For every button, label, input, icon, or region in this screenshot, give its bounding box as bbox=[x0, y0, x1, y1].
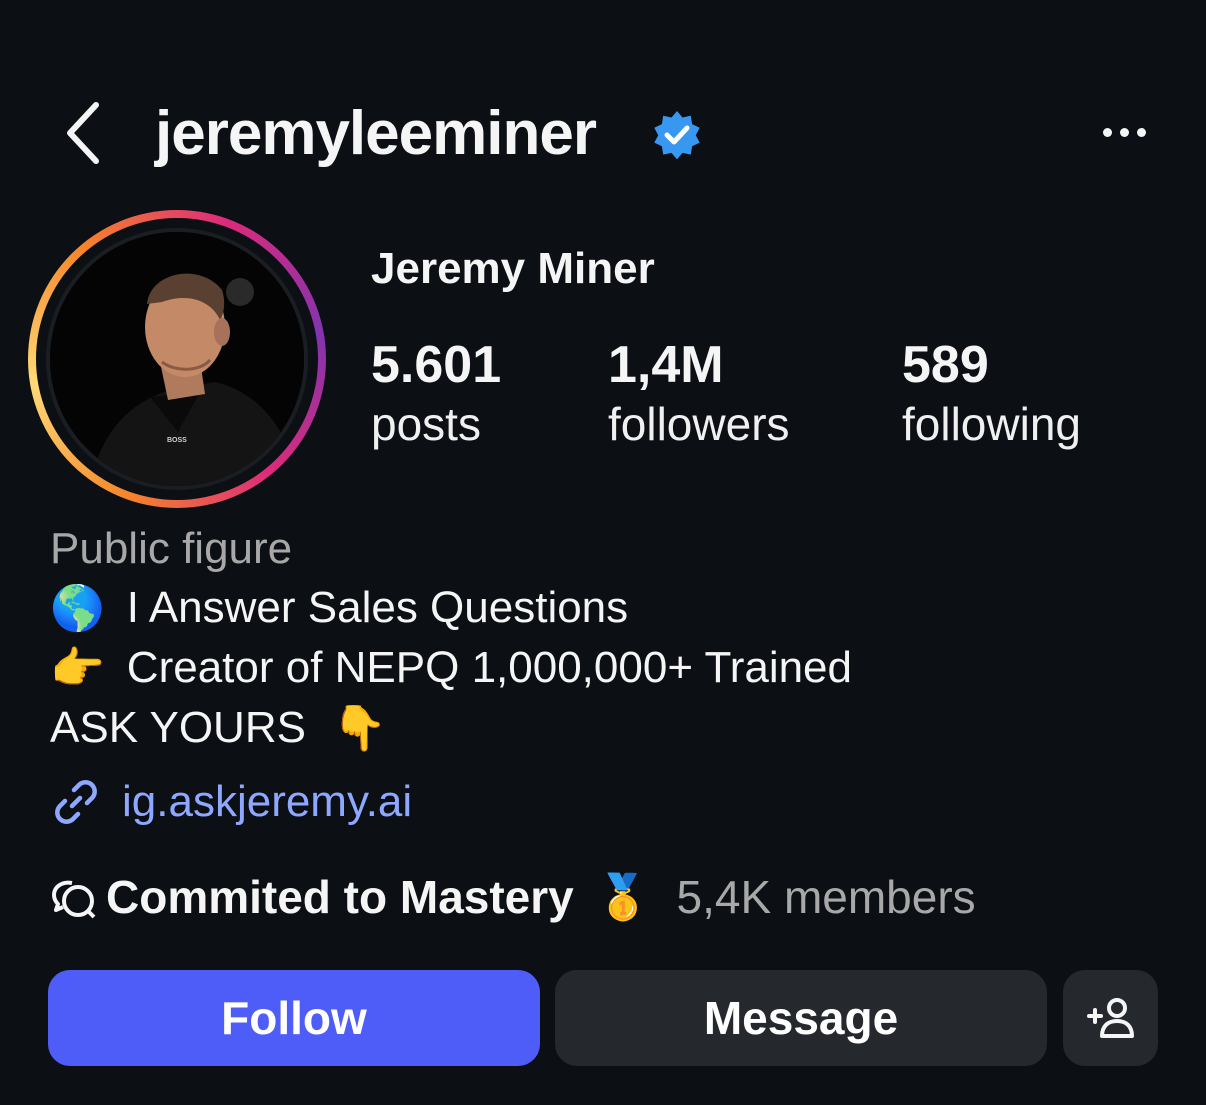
avatar: BOSS bbox=[46, 228, 308, 490]
add-person-icon bbox=[1086, 998, 1134, 1038]
link-text: ig.askjeremy.ai bbox=[122, 777, 413, 826]
profile-avatar-story-ring[interactable]: BOSS bbox=[28, 210, 326, 508]
broadcast-channel[interactable]: Commited to Mastery 🥇 5,4K members bbox=[50, 870, 976, 924]
bio-text: I Answer Sales Questions bbox=[126, 583, 629, 632]
bio-line: ASK YOURS 👇 bbox=[50, 702, 387, 754]
channel-name: Commited to Mastery bbox=[106, 871, 574, 923]
stat-following-value: 589 bbox=[902, 336, 989, 394]
more-dot-icon bbox=[1136, 127, 1146, 137]
stat-posts[interactable]: 5.601 posts bbox=[371, 336, 501, 454]
more-options-button[interactable] bbox=[1092, 110, 1156, 154]
svg-text:BOSS: BOSS bbox=[167, 437, 187, 444]
more-dot-icon bbox=[1119, 127, 1129, 137]
profile-username: jeremyleeminer bbox=[155, 99, 597, 168]
message-button[interactable]: Message bbox=[555, 970, 1047, 1066]
back-button[interactable] bbox=[58, 98, 110, 168]
pointing-down-icon: 👇 bbox=[331, 704, 387, 753]
profile-category: Public figure bbox=[50, 524, 293, 573]
bio-line: 👉 Creator of NEPQ 1,000,000+ Trained bbox=[50, 642, 852, 694]
bio-text: ASK YOURS bbox=[50, 703, 306, 752]
suggest-accounts-button[interactable] bbox=[1063, 970, 1158, 1066]
channel-members: 5,4K members bbox=[676, 871, 976, 923]
stat-followers[interactable]: 1,4M followers bbox=[608, 336, 790, 454]
follow-button[interactable]: Follow bbox=[48, 970, 540, 1066]
stat-following[interactable]: 589 following bbox=[902, 336, 1081, 454]
pointing-right-icon: 👉 bbox=[50, 644, 105, 693]
globe-icon: 🌎 bbox=[50, 584, 105, 633]
medal-icon: 🥇 bbox=[595, 873, 651, 922]
link-icon bbox=[55, 780, 97, 824]
avatar-photo: BOSS bbox=[50, 232, 304, 486]
stat-followers-value: 1,4M bbox=[608, 336, 724, 394]
stat-posts-label: posts bbox=[371, 398, 481, 450]
stat-following-label: following bbox=[902, 398, 1081, 450]
bio-text: Creator of NEPQ 1,000,000+ Trained bbox=[126, 643, 853, 692]
verified-badge-icon bbox=[654, 111, 700, 160]
profile-link[interactable]: ig.askjeremy.ai bbox=[50, 776, 412, 828]
chat-bubbles-icon bbox=[52, 880, 96, 919]
bio-line: 🌎 I Answer Sales Questions bbox=[50, 582, 628, 634]
stat-posts-value: 5.601 bbox=[371, 336, 502, 394]
display-name: Jeremy Miner bbox=[371, 244, 655, 293]
more-dot-icon bbox=[1102, 127, 1112, 137]
chevron-left-icon bbox=[67, 102, 99, 164]
stat-followers-label: followers bbox=[608, 398, 790, 450]
